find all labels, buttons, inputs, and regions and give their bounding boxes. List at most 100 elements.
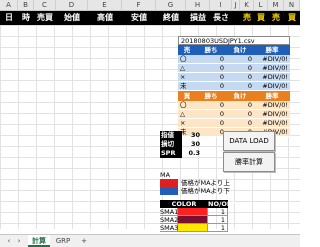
column-header[interactable]: N	[284, 0, 300, 11]
param-row: 指値 30	[160, 131, 202, 140]
stats-cell[interactable]: 0	[226, 64, 254, 72]
header-cell-length[interactable]: 長さ	[210, 11, 232, 25]
tab-scroll-left-icon[interactable]: ‹	[4, 235, 14, 247]
data-load-button[interactable]: DATA LOAD	[223, 131, 275, 151]
tab-grp[interactable]: GRP	[52, 235, 74, 247]
stats-cell[interactable]: ×	[178, 73, 196, 81]
stats-cell[interactable]: 0	[226, 101, 254, 109]
sell-header-cell[interactable]: 勝率	[254, 45, 290, 55]
header-cell-open[interactable]: 始値	[56, 11, 88, 25]
header-cell-pnl[interactable]: 損益	[186, 11, 210, 25]
buy-stats-row: 〇 0 0 #DIV/0!	[178, 101, 290, 110]
sell-header-cell[interactable]: 勝ち	[196, 45, 226, 55]
header-cell-trade[interactable]: 売買	[34, 11, 56, 25]
sell-header-cell[interactable]: 負け	[226, 45, 254, 55]
stats-cell[interactable]: 0	[196, 119, 226, 127]
stats-cell[interactable]: 0	[226, 55, 254, 63]
param-value[interactable]: 0.3	[182, 149, 202, 158]
header-cell-close[interactable]: 終値	[156, 11, 186, 25]
color-swatch[interactable]	[178, 224, 208, 232]
stats-cell[interactable]: 0	[196, 110, 226, 118]
stats-cell[interactable]: 未	[178, 82, 196, 90]
header-cell-empty[interactable]	[232, 11, 240, 25]
column-header[interactable]: G	[156, 0, 186, 11]
sma-toggle-value[interactable]: 1	[208, 216, 228, 224]
color-table-header: COLOR NO/OFF	[160, 200, 236, 208]
stats-cell[interactable]: 0	[226, 73, 254, 81]
column-header[interactable]: F	[122, 0, 156, 11]
sma-toggle-value[interactable]: 1	[208, 208, 228, 216]
ma-legend-row: 価格がMAより下	[160, 187, 230, 195]
ma-legend-label: 価格がMAより上	[181, 179, 230, 187]
param-row: SPR 0.3	[160, 149, 202, 158]
color-swatch[interactable]	[160, 187, 178, 195]
stats-cell[interactable]: #DIV/0!	[254, 101, 290, 109]
ma-title: MA	[160, 171, 171, 179]
sma-toggle-value[interactable]: 1	[208, 224, 228, 232]
header-cell-high[interactable]: 高値	[88, 11, 122, 25]
sma-name: SMA2	[160, 216, 179, 224]
stats-cell[interactable]: 0	[226, 82, 254, 90]
stats-cell[interactable]: #DIV/0!	[254, 119, 290, 127]
column-header[interactable]: M	[268, 0, 284, 11]
sell-header-cell[interactable]: 売	[178, 45, 196, 55]
stats-panel: 20180803USDJPY1.csv 売 勝ち 負け 勝率 〇 0 0 #DI…	[178, 36, 290, 137]
stats-cell[interactable]: 0	[226, 110, 254, 118]
header-cell-low[interactable]: 安値	[122, 11, 156, 25]
ma-legend: MA 価格がMAより上 価格がMAより下	[160, 171, 230, 195]
stats-cell[interactable]: #DIV/0!	[254, 110, 290, 118]
header-cell-buy-2[interactable]: 買	[284, 11, 300, 25]
stats-cell[interactable]: #DIV/0!	[254, 82, 290, 90]
stats-cell[interactable]: 0	[196, 82, 226, 90]
stats-cell[interactable]: #DIV/0!	[254, 64, 290, 72]
color-swatch[interactable]	[160, 179, 178, 187]
column-header[interactable]: B	[18, 0, 34, 11]
column-header[interactable]: J	[232, 0, 240, 11]
buy-header-cell[interactable]: 負け	[226, 91, 254, 101]
column-header[interactable]: H	[186, 0, 210, 11]
stats-cell[interactable]: 0	[226, 119, 254, 127]
stats-cell[interactable]: #DIV/0!	[254, 55, 290, 63]
header-cell-sell-2[interactable]: 売	[268, 11, 284, 25]
stats-cell[interactable]: 〇	[178, 101, 196, 109]
add-sheet-icon[interactable]: +	[78, 235, 90, 247]
color-swatch[interactable]	[178, 216, 208, 224]
stats-cell[interactable]: 0	[196, 73, 226, 81]
stats-cell[interactable]: 〇	[178, 55, 196, 63]
filename-cell[interactable]: 20180803USDJPY1.csv	[178, 36, 290, 45]
color-swatch[interactable]	[178, 208, 208, 216]
param-row: 損切 30	[160, 140, 202, 149]
column-header[interactable]: C	[34, 0, 56, 11]
column-header[interactable]: L	[254, 0, 268, 11]
column-header[interactable]: A	[0, 0, 18, 11]
buy-header-cell[interactable]: 買	[178, 91, 196, 101]
calc-win-rate-button[interactable]: 勝率計算	[223, 152, 275, 172]
color-table-row: SMA1 1	[160, 208, 228, 216]
param-value[interactable]: 30	[182, 140, 202, 149]
stats-cell[interactable]: #DIV/0!	[254, 73, 290, 81]
tab-calc[interactable]: 計算	[28, 235, 50, 247]
stats-cell[interactable]: ×	[178, 119, 196, 127]
param-value[interactable]: 30	[182, 131, 202, 140]
buy-header-cell[interactable]: 勝率	[254, 91, 290, 101]
parameter-block: 指値 30 損切 30 SPR 0.3	[160, 131, 202, 158]
stats-cell[interactable]: 0	[196, 101, 226, 109]
toggle-header-cell: NO/OFF	[208, 200, 236, 208]
header-cell-sell[interactable]: 売	[240, 11, 254, 25]
header-cell-hour[interactable]: 時	[18, 11, 34, 25]
column-header[interactable]: D	[56, 0, 88, 11]
sell-stats-row: × 0 0 #DIV/0!	[178, 73, 290, 82]
tab-scroll-right-icon[interactable]: ›	[14, 235, 24, 247]
column-header[interactable]: K	[240, 0, 254, 11]
column-header[interactable]: E	[88, 0, 122, 11]
column-header[interactable]: I	[210, 0, 232, 11]
stats-cell[interactable]: △	[178, 64, 196, 72]
stats-cell[interactable]: 0	[196, 64, 226, 72]
buy-stats-row: × 0 0 #DIV/0!	[178, 119, 290, 128]
stats-cell[interactable]: 0	[196, 55, 226, 63]
header-cell-day[interactable]: 日	[0, 11, 18, 25]
param-label: SPR	[160, 149, 182, 158]
stats-cell[interactable]: △	[178, 110, 196, 118]
header-cell-buy[interactable]: 買	[254, 11, 268, 25]
buy-header-cell[interactable]: 勝ち	[196, 91, 226, 101]
